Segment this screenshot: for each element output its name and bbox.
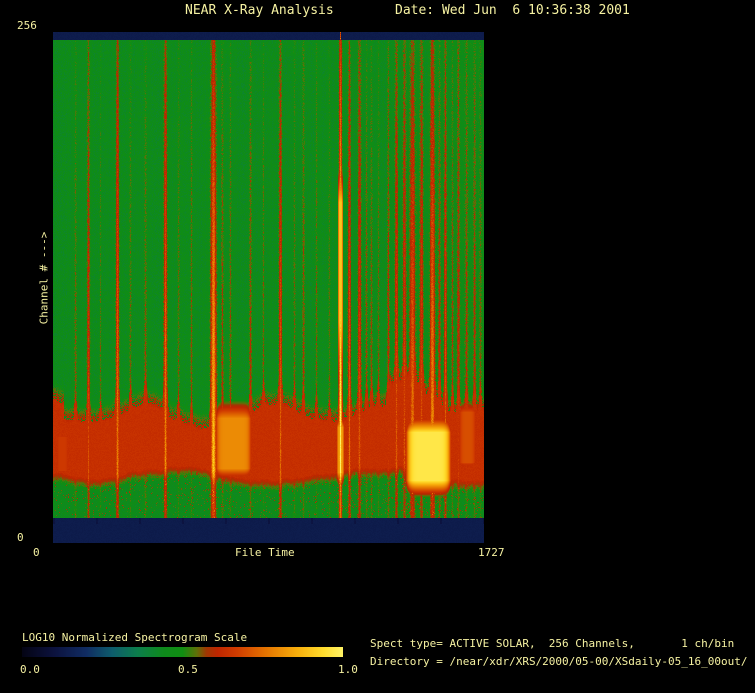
header-date: Date: Wed Jun 6 10:36:38 2001 <box>395 3 630 18</box>
y-axis-label: Channel # ---> <box>37 231 51 325</box>
y-axis-max-label: 256 <box>17 19 37 32</box>
x-axis-min-label: 0 <box>33 546 40 559</box>
colorbar-tick-mid: 0.5 <box>178 663 198 676</box>
colorbar-tick-min: 0.0 <box>20 663 40 676</box>
colorbar-title: LOG10 Normalized Spectrogram Scale <box>22 631 248 644</box>
colorbar-gradient <box>22 647 343 657</box>
x-axis-label: File Time <box>235 546 295 559</box>
spect-type-info: Spect type= ACTIVE SOLAR, 256 Channels, … <box>370 637 735 650</box>
page-title: NEAR X-Ray Analysis <box>185 3 334 18</box>
x-axis-max-label: 1727 <box>478 546 505 559</box>
spectrogram-heatmap <box>53 32 484 543</box>
near-xray-analysis-window: NEAR X-Ray Analysis Date: Wed Jun 6 10:3… <box>0 0 755 693</box>
directory-info: Directory = /near/xdr/XRS/2000/05-00/XSd… <box>370 655 748 668</box>
colorbar-tick-max: 1.0 <box>338 663 358 676</box>
y-axis-min-label: 0 <box>17 531 24 544</box>
